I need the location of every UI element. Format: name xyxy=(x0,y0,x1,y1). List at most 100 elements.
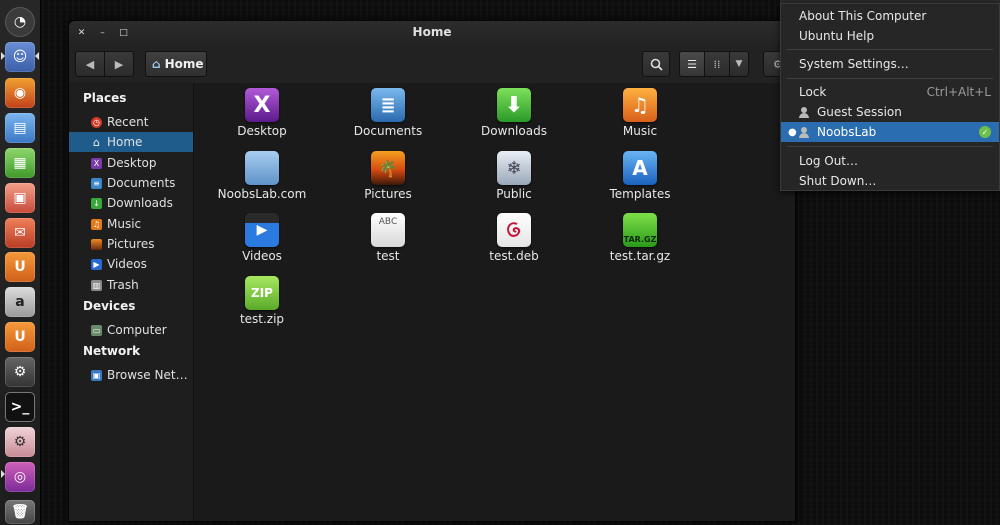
file-item-test-deb[interactable]: test.deb xyxy=(451,213,577,263)
user-icon xyxy=(799,106,809,118)
sidebar-item-label: Home xyxy=(107,135,143,149)
arrow-left-icon: ◀ xyxy=(85,57,95,71)
path-bar-home-button[interactable]: ⌂ Home xyxy=(145,51,207,77)
file-item-public[interactable]: ❄ Public xyxy=(451,151,577,201)
sidebar-item-music[interactable]: ♫ Music xyxy=(69,214,193,234)
sidebar-item-desktop[interactable]: X Desktop xyxy=(69,153,193,173)
lock-shortcut: Ctrl+Alt+L xyxy=(926,85,991,99)
videos-icon: ▶ xyxy=(91,258,102,270)
forward-button[interactable]: ▶ xyxy=(104,51,134,77)
sidebar-item-downloads[interactable]: ↓ Downloads xyxy=(69,193,193,213)
menu-item-ubuntu-help[interactable]: Ubuntu Help xyxy=(781,26,999,46)
sidebar-item-label: Music xyxy=(107,217,142,231)
trash-launcher-icon[interactable]: 🗑 xyxy=(5,500,35,524)
file-label: Music xyxy=(622,124,658,138)
documents-folder-icon: ≣ xyxy=(371,88,405,122)
available-status-icon: ✓ xyxy=(979,126,991,138)
file-label: Videos xyxy=(242,249,282,263)
window-titlebar[interactable]: ✕ – □ Home xyxy=(69,21,795,45)
desktop-folder-icon: X xyxy=(245,88,279,122)
menu-item-label: Lock xyxy=(799,85,827,99)
public-folder-icon: ❄ xyxy=(497,151,531,185)
sidebar-item-label: Downloads xyxy=(107,196,173,210)
dash-home-icon[interactable]: ◔ xyxy=(5,7,35,37)
sidebar-item-computer[interactable]: ▭ Computer xyxy=(69,320,193,340)
sidebar-header-places: Places xyxy=(83,91,127,105)
file-label: Documents xyxy=(353,124,423,138)
writer-icon[interactable]: ▤ xyxy=(5,113,35,143)
toolbar: ◀ ▶ ⌂ Home ☰ ⁞⁞ ▼ ⚙ xyxy=(69,45,795,84)
file-item-noobslab[interactable]: NoobsLab.com xyxy=(199,151,325,201)
deb-package-icon xyxy=(497,213,531,247)
chevron-down-icon: ▼ xyxy=(735,59,743,69)
sidebar-item-label: Desktop xyxy=(107,156,157,170)
ubuntu-one-music-icon[interactable]: U xyxy=(5,322,35,352)
back-button[interactable]: ◀ xyxy=(75,51,105,77)
grid-view-icon: ⁞⁞ xyxy=(713,57,721,71)
firefox-icon[interactable]: ◉ xyxy=(5,78,35,108)
debian-swirl-icon xyxy=(507,222,521,237)
sidebar-header-devices: Devices xyxy=(83,299,136,313)
file-item-test-tar-gz[interactable]: TAR.GZ test.tar.gz xyxy=(577,213,703,263)
menu-item-noobslab-user[interactable]: ● NoobsLab ✓ xyxy=(781,122,999,142)
file-label: test.deb xyxy=(489,249,539,263)
sidebar-item-videos[interactable]: ▶ Videos xyxy=(69,254,193,274)
search-icon xyxy=(650,58,663,71)
file-manager-icon[interactable]: ☺ xyxy=(5,42,35,72)
file-item-test-zip[interactable]: ZIP test.zip xyxy=(199,276,325,326)
file-item-videos[interactable]: ▶ Videos xyxy=(199,213,325,263)
menu-item-lock[interactable]: Lock Ctrl+Alt+L xyxy=(781,82,999,102)
session-menu: About This Computer Ubuntu Help System S… xyxy=(780,3,1000,191)
software-center-icon[interactable]: ✉ xyxy=(5,218,35,248)
menu-separator xyxy=(787,49,993,50)
menu-item-about-this-computer[interactable]: About This Computer xyxy=(781,6,999,26)
file-item-documents[interactable]: ≣ Documents xyxy=(325,88,451,138)
terminal-icon[interactable]: >_ xyxy=(5,392,35,422)
clock-icon: ◷ xyxy=(91,116,102,128)
search-button[interactable] xyxy=(642,51,670,77)
sidebar-item-browse-network[interactable]: ▣ Browse Net… xyxy=(69,365,193,385)
list-view-button[interactable]: ☰ xyxy=(679,51,705,77)
system-settings-icon[interactable]: ⚙ xyxy=(5,357,35,387)
menu-item-guest-session[interactable]: Guest Session xyxy=(781,102,999,122)
file-item-pictures[interactable]: 🌴 Pictures xyxy=(325,151,451,201)
media-app-icon[interactable]: ◎ xyxy=(5,462,35,492)
file-item-music[interactable]: ♫ Music xyxy=(577,88,703,138)
file-label: Public xyxy=(496,187,532,201)
file-label: Templates xyxy=(609,187,671,201)
menu-separator xyxy=(787,146,993,147)
file-label: test xyxy=(376,249,400,263)
menu-item-shut-down[interactable]: Shut Down… xyxy=(781,171,999,191)
sidebar-item-recent[interactable]: ◷ Recent xyxy=(69,112,193,132)
amazon-icon[interactable]: a xyxy=(5,287,35,317)
ubuntu-one-icon[interactable]: U xyxy=(5,252,35,282)
file-label: NoobsLab.com xyxy=(217,187,307,201)
calc-icon[interactable]: ▦ xyxy=(5,148,35,178)
impress-icon[interactable]: ▣ xyxy=(5,183,35,213)
menu-item-system-settings[interactable]: System Settings… xyxy=(781,54,999,74)
menu-item-log-out[interactable]: Log Out… xyxy=(781,151,999,171)
sidebar-item-home[interactable]: ⌂ Home xyxy=(69,132,193,152)
menu-item-label: Guest Session xyxy=(817,105,902,119)
sidebar-item-documents[interactable]: ≡ Documents xyxy=(69,173,193,193)
grid-view-button[interactable]: ⁞⁞ xyxy=(704,51,730,77)
file-item-desktop[interactable]: X Desktop xyxy=(199,88,325,138)
arrow-right-icon: ▶ xyxy=(114,57,124,71)
music-icon: ♫ xyxy=(91,218,102,230)
file-item-templates[interactable]: A Templates xyxy=(577,151,703,201)
sidebar-item-label: Computer xyxy=(107,323,167,337)
text-file-icon: ABC xyxy=(371,213,405,247)
file-item-downloads[interactable]: ⬇ Downloads xyxy=(451,88,577,138)
window-title: Home xyxy=(412,25,452,39)
file-item-test[interactable]: ABC test xyxy=(325,213,451,263)
file-label: test.zip xyxy=(239,312,285,326)
workspace-switcher-icon[interactable]: ⚙ xyxy=(5,427,35,457)
sidebar-item-pictures[interactable]: Pictures xyxy=(69,234,193,254)
menu-item-label: Ubuntu Help xyxy=(799,29,875,43)
sidebar-item-trash[interactable]: ▥ Trash xyxy=(69,275,193,295)
unity-launcher: ◔ ☺ ◉ ▤ ▦ ▣ ✉ U a U ⚙ >_ ⚙ ◎ 🗑 xyxy=(0,0,41,525)
pictures-folder-icon: 🌴 xyxy=(371,151,405,185)
view-options-button[interactable]: ▼ xyxy=(729,51,749,77)
file-manager-window: ✕ – □ Home ◀ ▶ ⌂ Home ☰ ⁞⁞ ▼ ⚙ Places ◷ … xyxy=(68,20,796,522)
downloads-icon: ↓ xyxy=(91,197,102,209)
